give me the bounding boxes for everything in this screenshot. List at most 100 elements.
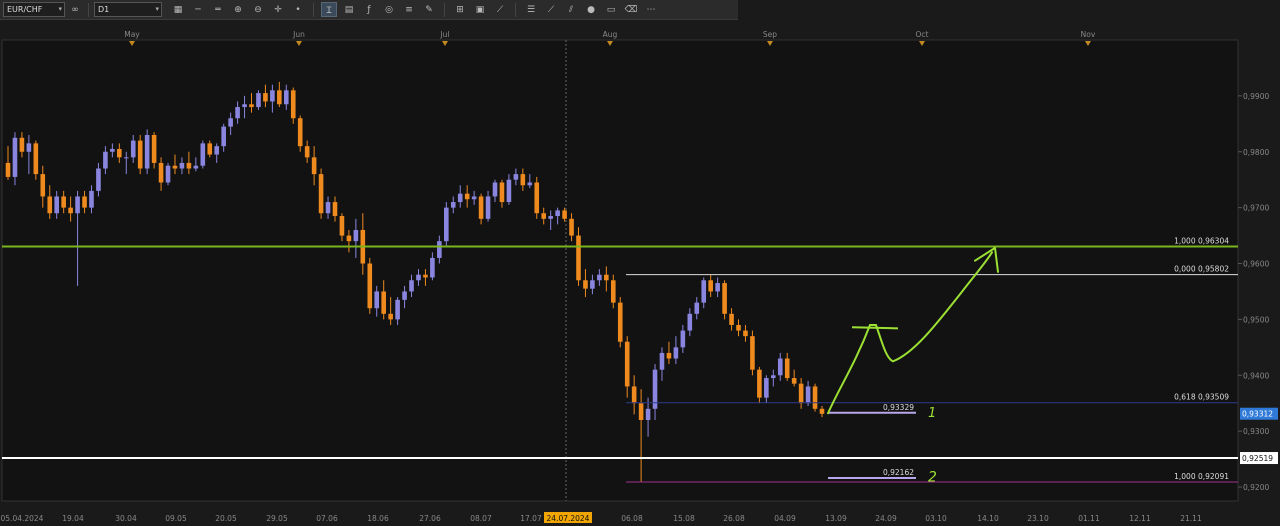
candle-body <box>492 182 498 197</box>
candle-body <box>151 134 157 163</box>
candle-body <box>263 93 268 102</box>
y-tick-label: 0,9500 <box>1243 315 1269 324</box>
x-tick-label: 19.04 <box>62 514 84 523</box>
month-label: Nov <box>1081 30 1096 39</box>
candle-body <box>353 229 359 242</box>
zoom-in-icon[interactable]: ⊕ <box>230 2 246 17</box>
candle-body <box>214 146 220 155</box>
candle-body <box>798 383 804 404</box>
month-label: Aug <box>603 30 618 39</box>
globe-icon[interactable]: ◎ <box>381 2 397 17</box>
candle-body <box>624 341 630 387</box>
candle-body <box>325 202 331 214</box>
x-tick-label: 18.06 <box>367 514 389 523</box>
candle-body <box>590 280 595 289</box>
line-tool-icon[interactable]: ─ <box>190 2 206 17</box>
target-label: 0,93329 <box>883 403 914 412</box>
dot-icon[interactable]: • <box>290 2 306 17</box>
zoom-out-icon[interactable]: ⊖ <box>250 2 266 17</box>
candle-body <box>297 118 303 147</box>
layers-icon[interactable]: ☰ <box>523 2 539 17</box>
candle-body <box>743 330 748 337</box>
candle-body <box>47 196 53 214</box>
candle-body <box>638 403 644 420</box>
fib-icon[interactable]: ≡ <box>401 2 417 17</box>
candle-body <box>722 283 727 314</box>
fib-level-label: 0,618 0,93509 <box>1174 393 1229 402</box>
candle-body <box>110 148 115 152</box>
candle-body <box>186 162 192 169</box>
candle-body <box>680 330 686 348</box>
symbol-select[interactable]: EUR/CHF ▾ <box>3 2 65 17</box>
chart-type-icon[interactable]: ▦ <box>170 2 186 17</box>
timeframe-select[interactable]: D1 ▾ <box>94 2 162 17</box>
candle-body <box>569 218 574 236</box>
circle-icon[interactable]: ● <box>583 2 599 17</box>
candle-body <box>430 257 435 278</box>
support-price-badge-text: 0,92519 <box>1242 454 1273 463</box>
y-tick-label: 0,9200 <box>1243 483 1269 492</box>
candle-body <box>40 174 46 197</box>
candle-body <box>757 369 762 398</box>
template-icon[interactable]: ▤ <box>341 2 357 17</box>
crosshair-icon[interactable]: ✛ <box>270 2 286 17</box>
candle-body <box>158 162 164 183</box>
y-tick-label: 0,9300 <box>1243 427 1269 436</box>
candle-body <box>548 216 553 219</box>
candle-body <box>318 174 324 214</box>
candle-body <box>555 210 560 217</box>
candle-body <box>513 174 519 180</box>
forecast-cap-annotation <box>851 326 899 330</box>
candle-body <box>200 143 206 166</box>
candle-body <box>464 193 470 200</box>
candle-body <box>270 90 275 102</box>
candle-body <box>812 386 818 409</box>
month-label: Sep <box>763 30 777 39</box>
trend-tool-icon[interactable]: ⟋ <box>543 2 559 17</box>
candle-body <box>193 165 199 169</box>
x-tick-label: 08.07 <box>470 514 492 523</box>
channel-tool-icon[interactable]: ⫽ <box>563 2 579 17</box>
candle-body <box>499 182 505 203</box>
x-tick-label: 05.04.2024 <box>1 514 44 523</box>
y-tick-label: 0,9700 <box>1243 204 1269 213</box>
candle-body <box>409 280 414 292</box>
link-icon[interactable]: ∞ <box>67 2 83 17</box>
chart-toolbar: EUR/CHF ▾ ∞ D1 ▾ ▦ ─ ═ ⊕ ⊖ ✛ • Ɪ ▤ ƒ ◎ ≡ ✎ ⊞ ▣ ⟋ ☰ ⟋ ⫽ ● ▭ ⌫ ⋯ <box>0 0 738 20</box>
candle-body <box>26 143 32 152</box>
candle-body <box>659 352 665 370</box>
grid-icon[interactable]: ⊞ <box>452 2 468 17</box>
more-icon[interactable]: ⋯ <box>643 2 659 17</box>
calendar-icon[interactable]: ▣ <box>472 2 488 17</box>
candle-body <box>311 157 317 175</box>
candle-body <box>819 408 825 414</box>
indicator-icon[interactable]: ƒ <box>361 2 377 17</box>
candle-body <box>583 280 588 289</box>
candle-body <box>144 134 150 169</box>
candlestick-chart[interactable]: May Jun Jul Aug Sep Oct Nov 0,9900 0,9800 0,9700 0… <box>0 28 1280 526</box>
candle-body <box>130 140 136 158</box>
candle-body <box>346 235 352 242</box>
draw-tool-icon[interactable]: ⟋ <box>492 2 508 17</box>
candle-body <box>5 162 11 177</box>
cursor-text-icon[interactable]: Ɪ <box>321 2 337 17</box>
candle-body <box>96 168 101 191</box>
candle-body <box>381 291 386 314</box>
chart-area[interactable]: May Jun Jul Aug Sep Oct Nov 0,9900 0,9800 0,9700 0… <box>0 28 1280 526</box>
x-tick-label: 14.10 <box>977 514 999 523</box>
x-tick-label: 17.07 <box>520 514 542 523</box>
hline-tool-icon[interactable]: ═ <box>210 2 226 17</box>
eraser-icon[interactable]: ⌫ <box>623 2 639 17</box>
x-tick-label: 06.08 <box>621 514 643 523</box>
x-tick-label: 07.06 <box>316 514 338 523</box>
window-icon[interactable]: ▭ <box>603 2 619 17</box>
candle-body <box>708 280 713 292</box>
candle-body <box>374 291 380 309</box>
pencil-icon[interactable]: ✎ <box>421 2 437 17</box>
target-label: 0,92162 <box>883 468 914 477</box>
candle-body <box>117 148 122 158</box>
candle-body <box>221 126 226 147</box>
x-tick-label: 30.04 <box>115 514 137 523</box>
month-label: Oct <box>916 30 929 39</box>
toolbar-divider <box>88 2 89 17</box>
